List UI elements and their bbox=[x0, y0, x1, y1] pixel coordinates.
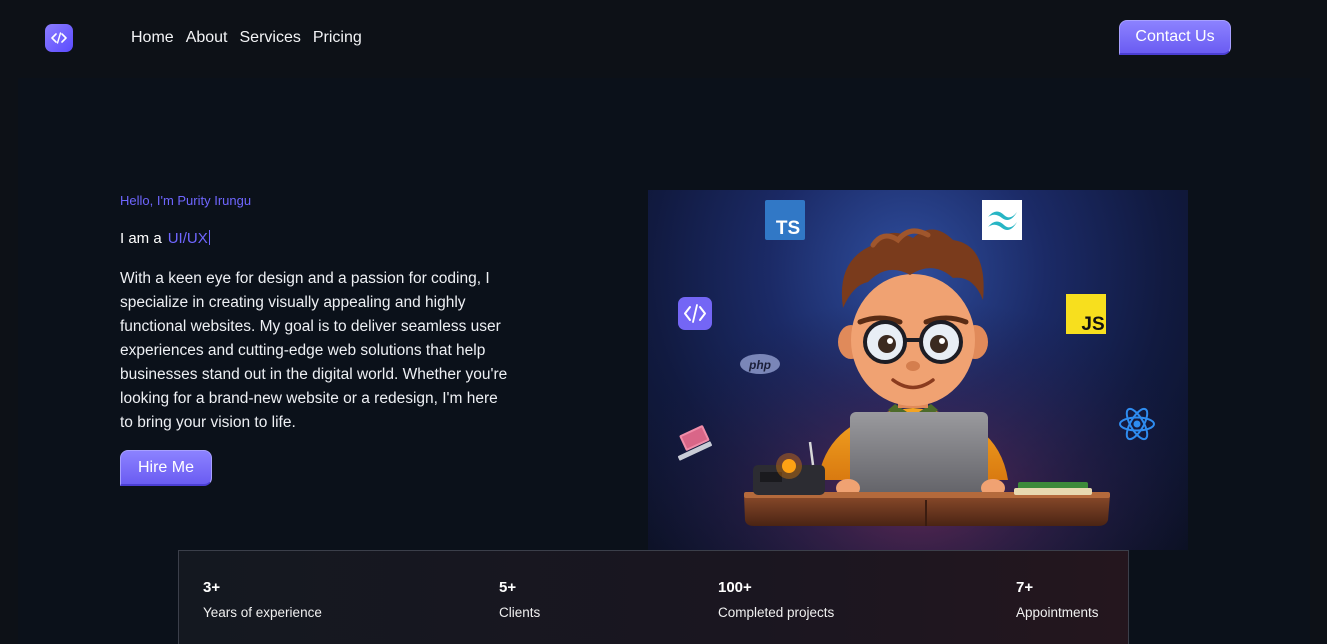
hero-role-line: I am a UI/UX bbox=[120, 230, 210, 247]
svg-text:php: php bbox=[748, 358, 771, 372]
stats-bar: 3+ Years of experience 5+ Clients 100+ C… bbox=[178, 550, 1129, 644]
navbar: Home About Services Pricing Contact Us bbox=[0, 0, 1327, 78]
svg-text:TS: TS bbox=[776, 218, 800, 239]
desk bbox=[744, 492, 1110, 526]
logo[interactable] bbox=[45, 24, 73, 52]
stat-label: Completed projects bbox=[718, 605, 835, 620]
nav-link-about[interactable]: About bbox=[186, 29, 228, 47]
stat-value: 3+ bbox=[203, 579, 221, 596]
tailwind-icon bbox=[982, 200, 1022, 240]
hero-greeting: Hello, I'm Purity Irungu bbox=[120, 193, 252, 208]
notebooks bbox=[1014, 482, 1092, 495]
javascript-icon: JS bbox=[1066, 294, 1106, 335]
contact-us-button[interactable]: Contact Us bbox=[1119, 20, 1231, 55]
nav-links: Home About Services Pricing bbox=[131, 29, 362, 47]
php-icon: php bbox=[740, 354, 780, 374]
nav-link-pricing[interactable]: Pricing bbox=[313, 29, 362, 47]
hero-bio: With a keen eye for design and a passion… bbox=[120, 270, 508, 431]
stat-clients: 5+ Clients bbox=[499, 579, 540, 620]
stat-label: Appointments bbox=[1016, 605, 1099, 620]
stat-label: Clients bbox=[499, 605, 541, 620]
hero-illustration: TS JS php bbox=[648, 190, 1188, 550]
stat-experience: 3+ Years of experience bbox=[203, 579, 322, 620]
code-icon bbox=[678, 297, 712, 330]
stat-appointments: 7+ Appointments bbox=[1016, 579, 1099, 620]
hire-me-button[interactable]: Hire Me bbox=[120, 450, 212, 486]
code-icon bbox=[51, 32, 67, 44]
stat-value: 7+ bbox=[1016, 579, 1034, 596]
role-typed-text: UI/UX bbox=[167, 230, 208, 247]
nav-link-services[interactable]: Services bbox=[240, 29, 301, 47]
typescript-icon: TS bbox=[765, 200, 805, 240]
role-prefix: I am a bbox=[120, 230, 162, 247]
svg-text:JS: JS bbox=[1081, 314, 1104, 335]
stat-value: 5+ bbox=[499, 579, 517, 596]
stat-value: 100+ bbox=[718, 579, 752, 596]
typing-cursor bbox=[208, 230, 210, 245]
stat-projects: 100+ Completed projects bbox=[718, 579, 834, 620]
stat-label: Years of experience bbox=[203, 605, 322, 620]
nav-link-home[interactable]: Home bbox=[131, 29, 174, 47]
developer-illustration: TS JS php bbox=[648, 190, 1188, 550]
